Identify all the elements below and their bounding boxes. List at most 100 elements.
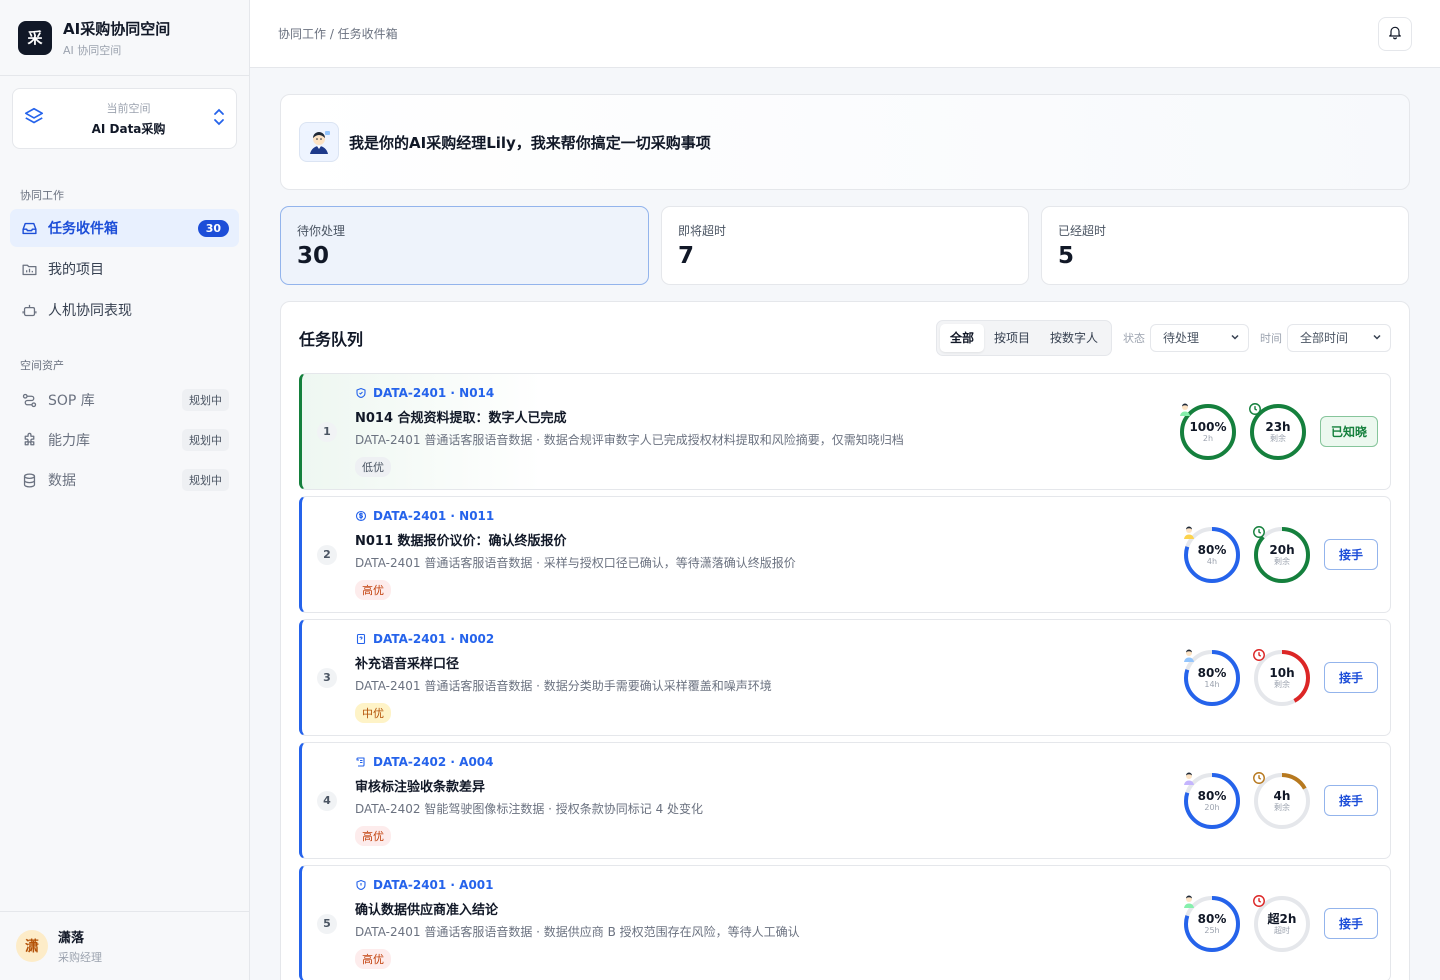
nav-item-capabilities[interactable]: 能力库 规划中 [10, 421, 239, 459]
stat-label: 待你处理 [297, 224, 346, 238]
shield-icon [355, 387, 367, 399]
space-switcher[interactable]: 当前空间 AI Data采购 [12, 88, 237, 149]
nav-item-sop[interactable]: SOP 库 规划中 [10, 381, 239, 419]
queue-header: 任务队列 全部 按项目 按数字人 状态 待处理 时间 全部时间 [299, 302, 1391, 373]
progress-duration: 25h [1204, 925, 1220, 935]
progress-duration: 14h [1204, 679, 1220, 689]
time-ring: 超2h 超时 [1252, 894, 1312, 954]
queue-controls: 全部 按项目 按数字人 状态 待处理 时间 全部时间 [935, 319, 1391, 356]
time-ring: 20h 剩余 [1252, 525, 1312, 585]
task-body: DATA-2401 · N011 N011 数据报价议价：确认终版报价 DATA-2… [355, 509, 1172, 600]
time-caption: 剩余 [1269, 433, 1286, 443]
workflow-icon [20, 391, 38, 409]
task-code: DATA-2402 · A004 [373, 755, 494, 769]
progress-percent: 80% [1197, 542, 1227, 557]
progress-percent: 80% [1197, 911, 1227, 926]
app-subtitle: AI 协同空间 [63, 43, 122, 57]
assistant-greeting: 我是你的AI采购经理Lily，我来帮你搞定一切采购事项 [349, 133, 711, 152]
acknowledge-button[interactable]: 已知晓 [1319, 416, 1378, 447]
time-remaining: 4h [1273, 788, 1291, 803]
segment-by-agent[interactable]: 按数字人 [1040, 324, 1108, 352]
stat-value: 7 [678, 243, 695, 269]
task-description: DATA-2401 普通话客服语音数据 · 数据分类助手需要确认采样覆盖和噪声环… [355, 679, 772, 693]
task-body: DATA-2401 · N002 补充语音采样口径 DATA-2401 普通话客服语… [355, 632, 1172, 723]
priority-badge: 中优 [355, 703, 391, 723]
user-profile[interactable]: 潇 潇落 采购经理 [0, 911, 249, 980]
stat-value: 30 [297, 243, 330, 269]
time-caption: 超时 [1274, 925, 1290, 935]
stat-card-near-timeout[interactable]: 即将超时 7 [661, 206, 1029, 285]
progress-ring: 80% 14h [1182, 648, 1242, 708]
task-title: 确认数据供应商准入结论 [355, 903, 499, 918]
time-filter-label: 时间 [1260, 331, 1282, 345]
time-ring-content: 超2h 超时 [1252, 894, 1312, 954]
chevron-up-down-icon [212, 108, 226, 130]
dollar-icon [355, 510, 367, 522]
nav-item-inbox[interactable]: 任务收件箱 30 [10, 209, 239, 247]
chevron-down-icon [1372, 331, 1382, 345]
status-select[interactable]: 待处理 [1150, 323, 1249, 352]
progress-ring-content: 80% 25h [1182, 894, 1242, 954]
layers-icon [23, 106, 45, 132]
task-card[interactable]: 2 DATA-2401 · N011 N011 数据报价议价：确认终版报价 DATA-… [299, 496, 1391, 613]
progress-percent: 80% [1197, 788, 1227, 803]
task-card[interactable]: 5 DATA-2401 · A001 确认数据供应商准入结论 DATA-2401 普通… [299, 865, 1391, 980]
nav-item-projects[interactable]: 我的项目 [10, 250, 239, 288]
sidebar: 采 AI采购协同空间 AI 协同空间 当前空间 AI Data采购 协同工作 任… [0, 0, 250, 980]
task-title: N014 合规资料提取：数字人已完成 [355, 411, 567, 426]
progress-ring: 80% 4h [1182, 525, 1242, 585]
stat-card-overdue[interactable]: 已经超时 5 [1041, 206, 1409, 285]
task-metrics: 80% 25h 超2h 超时 接手 [1172, 894, 1378, 954]
shield-alert-icon [355, 879, 367, 891]
time-select-value: 全部时间 [1300, 331, 1349, 345]
time-ring: 10h 剩余 [1252, 648, 1312, 708]
task-code: DATA-2401 · N011 [373, 509, 495, 523]
time-remaining: 10h [1269, 665, 1295, 680]
queue-title: 任务队列 [299, 329, 364, 349]
user-role: 采购经理 [58, 951, 102, 964]
task-title: 补充语音采样口径 [355, 657, 460, 672]
task-index: 1 [317, 421, 337, 442]
progress-duration: 2h [1202, 433, 1214, 443]
time-caption: 剩余 [1274, 802, 1290, 812]
time-remaining: 23h [1265, 419, 1291, 434]
progress-duration: 4h [1206, 556, 1218, 566]
take-over-button[interactable]: 接手 [1324, 662, 1378, 693]
assistant-avatar-icon [299, 122, 339, 162]
breadcrumb: 协同工作 / 任务收件箱 [278, 27, 398, 41]
take-over-button[interactable]: 接手 [1324, 785, 1378, 816]
nav-label: 数据 [48, 473, 76, 489]
user-name: 潇落 [58, 931, 85, 946]
task-card[interactable]: 1 DATA-2401 · N014 N014 合规资料提取：数字人已完成 DATA-… [299, 373, 1391, 490]
time-ring-content: 4h 剩余 [1252, 771, 1312, 831]
task-code-row: DATA-2401 · N002 [355, 632, 1172, 646]
nav-label: SOP 库 [48, 393, 95, 409]
notification-button[interactable] [1378, 16, 1412, 51]
nav-section-collab: 协同工作 [20, 189, 64, 202]
task-card[interactable]: 3 DATA-2401 · N002 补充语音采样口径 DATA-2401 普通话客服… [299, 619, 1391, 736]
content: 我是你的AI采购经理Lily，我来帮你搞定一切采购事项 待你处理 30 即将超时… [250, 68, 1440, 980]
task-metrics: 80% 4h 20h 剩余 接手 [1172, 525, 1378, 585]
time-remaining: 20h [1269, 542, 1295, 557]
take-over-button[interactable]: 接手 [1324, 539, 1378, 570]
task-index: 3 [317, 667, 337, 688]
segment-all[interactable]: 全部 [939, 323, 984, 352]
app-root: 采 AI采购协同空间 AI 协同空间 当前空间 AI Data采购 协同工作 任… [0, 0, 1440, 980]
priority-badge: 低优 [355, 457, 391, 477]
nav-item-data[interactable]: 数据 规划中 [10, 461, 239, 499]
task-description: DATA-2402 智能驾驶图像标注数据 · 授权条款协同标记 4 处变化 [355, 802, 704, 816]
nav-item-performance[interactable]: 人机协同表现 [10, 291, 239, 329]
task-code: DATA-2401 · N014 [373, 386, 495, 400]
task-title: 审核标注验收条款差异 [355, 780, 486, 795]
nav-label: 能力库 [48, 433, 90, 449]
stat-value: 5 [1058, 243, 1075, 269]
planning-tag: 规划中 [182, 469, 229, 491]
user-info: 潇落 采购经理 [58, 927, 102, 965]
segment-by-project[interactable]: 按项目 [984, 324, 1040, 352]
time-select[interactable]: 全部时间 [1287, 323, 1391, 352]
task-description: DATA-2401 普通话客服语音数据 · 采样与授权口径已确认，等待潇落确认终… [355, 556, 796, 570]
space-label: 当前空间 [106, 102, 151, 115]
stat-card-pending[interactable]: 待你处理 30 [280, 206, 649, 285]
take-over-button[interactable]: 接手 [1324, 908, 1378, 939]
task-card[interactable]: 4 DATA-2402 · A004 审核标注验收条款差异 DATA-2402 智能驾… [299, 742, 1391, 859]
